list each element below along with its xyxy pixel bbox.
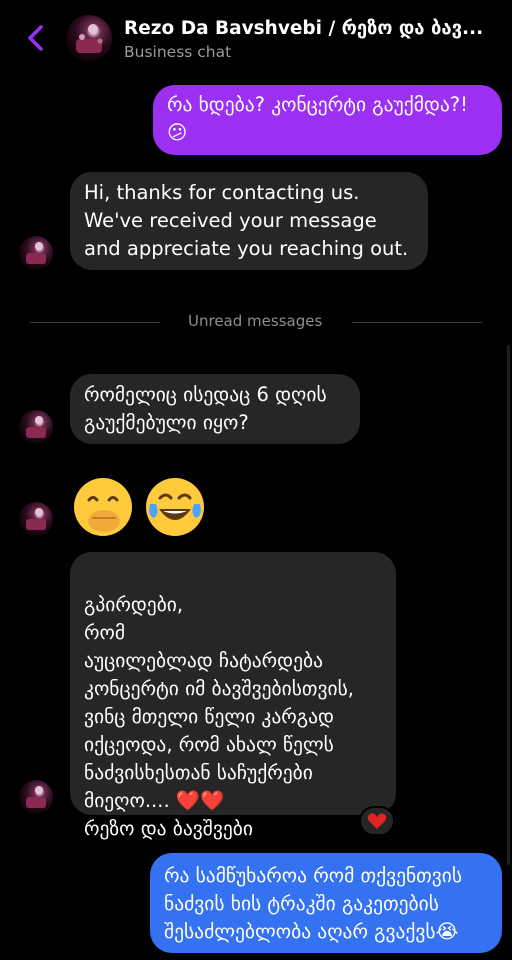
unread-separator-label: Unread messages [188, 312, 323, 330]
sender-avatar[interactable] [19, 780, 53, 814]
sender-avatar[interactable] [19, 502, 53, 536]
page-avatar[interactable] [66, 15, 112, 61]
tears-of-joy-emoji-icon [146, 478, 204, 536]
message-incoming[interactable]: Hi, thanks for contacting us. We've rece… [70, 172, 428, 270]
message-incoming[interactable]: გპირდები, რომ აუცილებლად ჩატარდება კონცე… [70, 552, 396, 840]
chat-subtitle: Business chat [124, 43, 232, 61]
message-incoming[interactable]: რომელიც ისედაც 6 დღის გაუქმებული იყო? [70, 374, 360, 444]
message-outgoing[interactable]: რა სამწუხაროა რომ თქვენთვის ნაძვის ხის ტ… [150, 853, 502, 953]
message-text: რომელიც ისედაც 6 დღის გაუქმებული იყო? [84, 383, 327, 434]
avatar-image [26, 242, 46, 264]
sender-avatar[interactable] [19, 410, 53, 444]
hand-over-mouth-emoji-icon [74, 478, 132, 536]
back-button[interactable] [22, 22, 50, 54]
message-text: რა ხდება? კონცერტი გაუქმდა?! 😕 [167, 93, 468, 144]
separator-line-right [352, 322, 482, 323]
avatar-image [26, 416, 46, 438]
message-outgoing[interactable]: რა ხდება? კონცერტი გაუქმდა?! 😕 [153, 85, 502, 155]
reaction-badge[interactable] [359, 806, 395, 836]
message-text: Hi, thanks for contacting us. We've rece… [84, 181, 409, 260]
message-text: გპირდები, რომ აუცილებლად ჩატარდება კონცე… [84, 593, 355, 840]
avatar-image [76, 24, 103, 53]
scrollbar[interactable] [507, 345, 510, 865]
message-text: რა სამწუხაროა რომ თქვენთვის ნაძვის ხის ტ… [164, 864, 463, 943]
avatar-image [26, 786, 46, 808]
chat-header: Rezo Da Bavshvebi / რეზო და ბავ... Busin… [0, 0, 512, 70]
sender-avatar[interactable] [19, 236, 53, 270]
message-emoji[interactable] [72, 476, 208, 538]
separator-line-left [30, 322, 160, 323]
chevron-left-icon [28, 25, 43, 51]
chat-title[interactable]: Rezo Da Bavshvebi / რეზო და ბავ... [124, 18, 494, 39]
avatar-image [26, 508, 46, 530]
heart-reaction-icon [367, 813, 387, 829]
